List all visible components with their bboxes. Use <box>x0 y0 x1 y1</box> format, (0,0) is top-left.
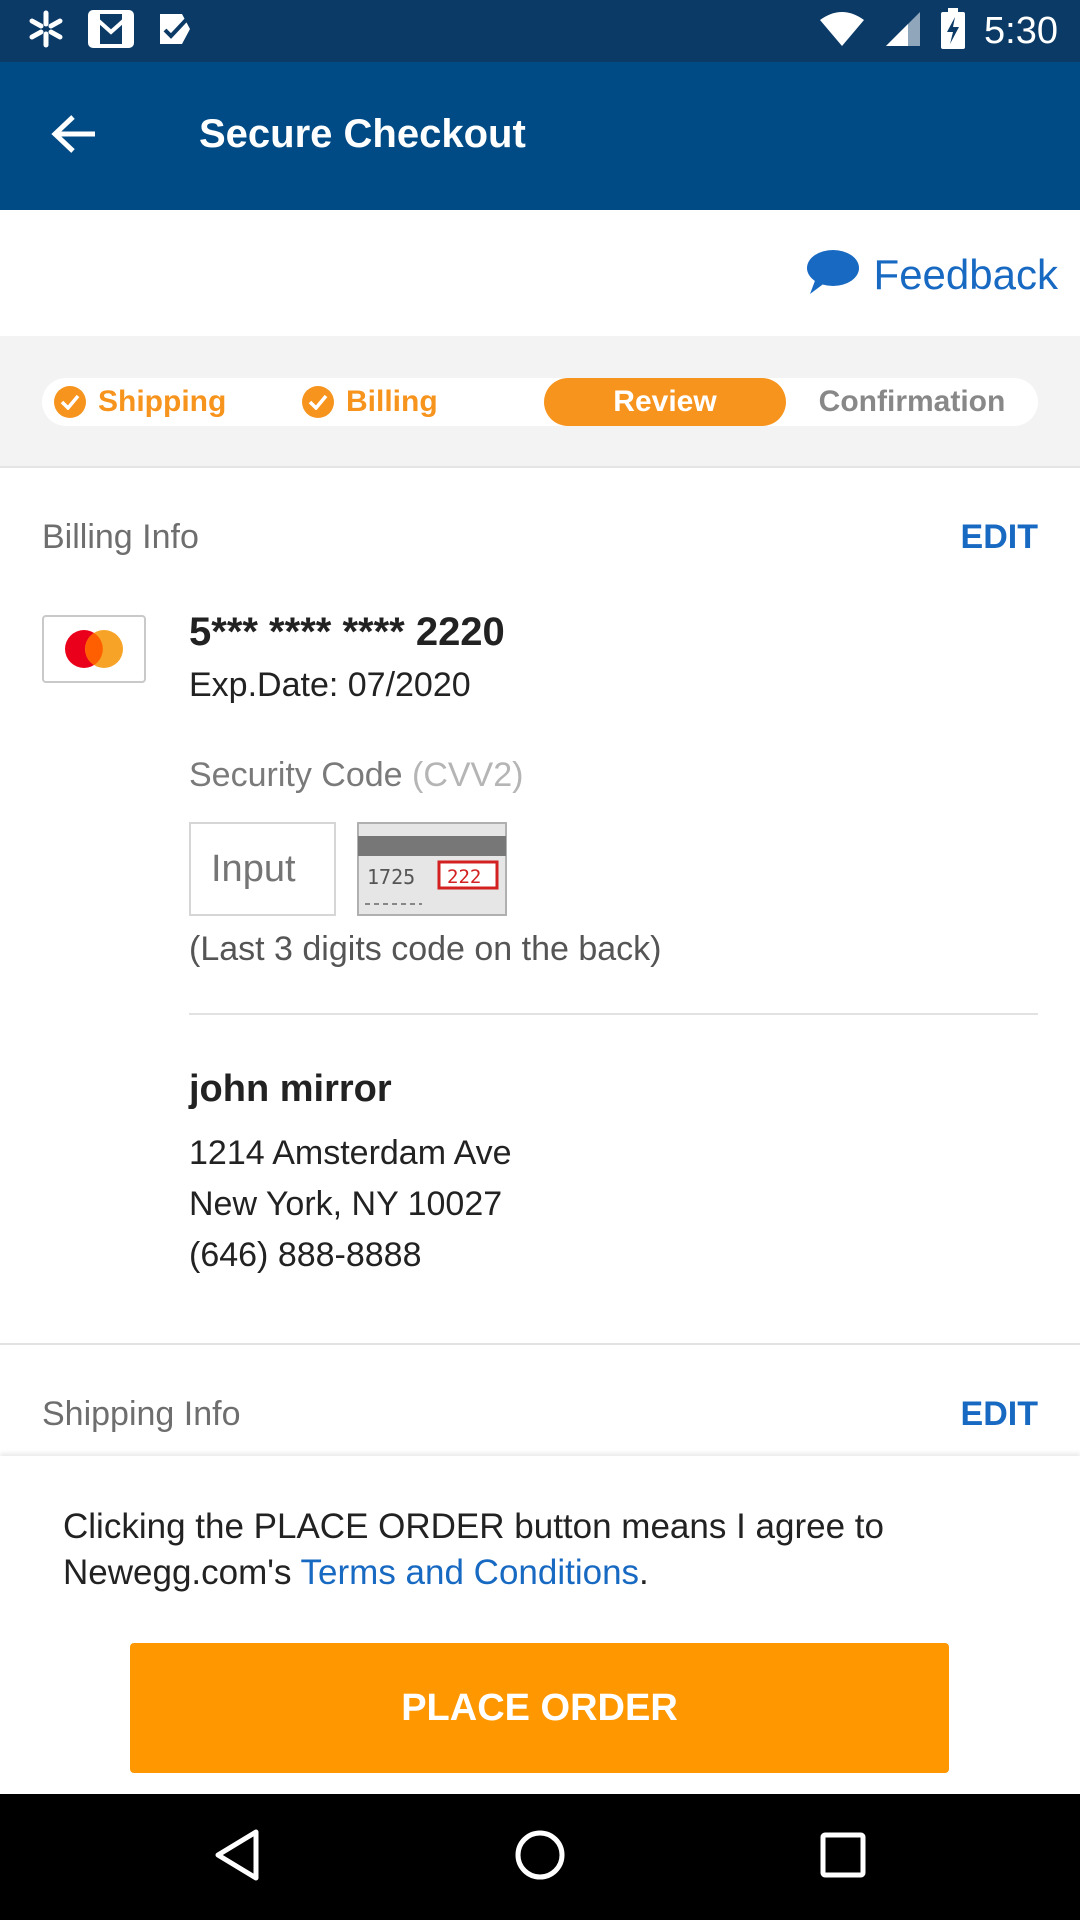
arrow-back-icon <box>51 114 97 159</box>
back-button[interactable] <box>40 102 108 170</box>
terms-notice: Clicking the PLACE ORDER button means I … <box>63 1504 1023 1596</box>
step-confirmation: Confirmation <box>786 378 1038 426</box>
step-review: Review <box>544 378 786 426</box>
billing-address-line2: New York, NY 10027 <box>189 1185 503 1223</box>
place-order-button[interactable]: PLACE ORDER <box>130 1643 949 1773</box>
feedback-label: Feedback <box>873 250 1058 298</box>
cvv2-label: (CVV2) <box>412 756 524 794</box>
cvv-input[interactable] <box>189 822 336 916</box>
shipping-edit-link[interactable]: EDIT <box>961 1395 1038 1434</box>
cvv-hint: (Last 3 digits code on the back) <box>189 930 662 968</box>
check-icon <box>54 386 86 418</box>
security-code-label: Security Code (CVV2) <box>189 756 523 795</box>
wifi-icon <box>818 10 866 53</box>
billing-address-line1: 1214 Amsterdam Ave <box>189 1134 512 1172</box>
mastercard-logo <box>42 615 146 683</box>
divider <box>189 1013 1038 1015</box>
billing-phone: (646) 888-8888 <box>189 1236 422 1274</box>
nav-recents-button[interactable] <box>808 1822 878 1892</box>
billing-name: john mirror <box>189 1068 392 1110</box>
app-bar: Secure Checkout <box>0 62 1080 210</box>
cvv-card-code-digits: 222 <box>447 866 481 888</box>
gmail-icon <box>88 9 134 53</box>
check-icon <box>302 386 334 418</box>
billing-edit-link[interactable]: EDIT <box>961 518 1038 557</box>
nav-home-button[interactable] <box>505 1822 575 1892</box>
walmart-spark-icon <box>26 9 66 54</box>
card-number: 5*** **** **** 2220 <box>189 610 505 654</box>
section-divider <box>0 1343 1080 1345</box>
cvv-card-illustration: 1725 222 <box>357 822 507 916</box>
triangle-back-icon <box>212 1828 262 1887</box>
order-footer: Clicking the PLACE ORDER button means I … <box>0 1456 1080 1794</box>
step-label: Review <box>613 385 717 418</box>
tasks-check-icon <box>156 10 196 53</box>
step-label: Shipping <box>98 385 227 418</box>
security-code-label-text: Security Code <box>189 756 403 794</box>
clock: 5:30 <box>984 9 1058 52</box>
circle-home-icon <box>513 1828 567 1887</box>
system-nav-bar <box>0 1794 1080 1920</box>
feedback-row: Feedback <box>0 210 1080 336</box>
notification-icons <box>26 9 196 54</box>
step-billing[interactable]: Billing <box>290 378 538 426</box>
billing-info-title: Billing Info <box>42 518 199 556</box>
status-bar: 5:30 <box>0 0 1080 62</box>
card-expiration: Exp.Date: 07/2020 <box>189 666 471 704</box>
step-label: Confirmation <box>818 385 1006 418</box>
step-label: Billing <box>346 385 438 418</box>
square-recents-icon <box>818 1830 868 1885</box>
terms-link[interactable]: Terms and Conditions <box>301 1553 640 1592</box>
cvv-card-number-digits: 1725 <box>367 865 415 889</box>
terms-suffix: . <box>639 1553 649 1592</box>
feedback-button[interactable]: Feedback <box>802 248 1058 301</box>
page-title: Secure Checkout <box>199 112 526 156</box>
system-icons: 5:30 <box>818 7 1058 55</box>
shipping-info-title: Shipping Info <box>42 1395 241 1433</box>
checkout-progress: Shipping Billing Review Confirmation <box>0 336 1080 468</box>
signal-icon <box>884 10 922 53</box>
step-shipping[interactable]: Shipping <box>42 378 290 426</box>
battery-charging-icon <box>940 7 966 55</box>
checkout-steps: Shipping Billing Review Confirmation <box>42 378 1038 426</box>
nav-back-button[interactable] <box>202 1822 272 1892</box>
chat-bubble-icon <box>802 248 860 301</box>
